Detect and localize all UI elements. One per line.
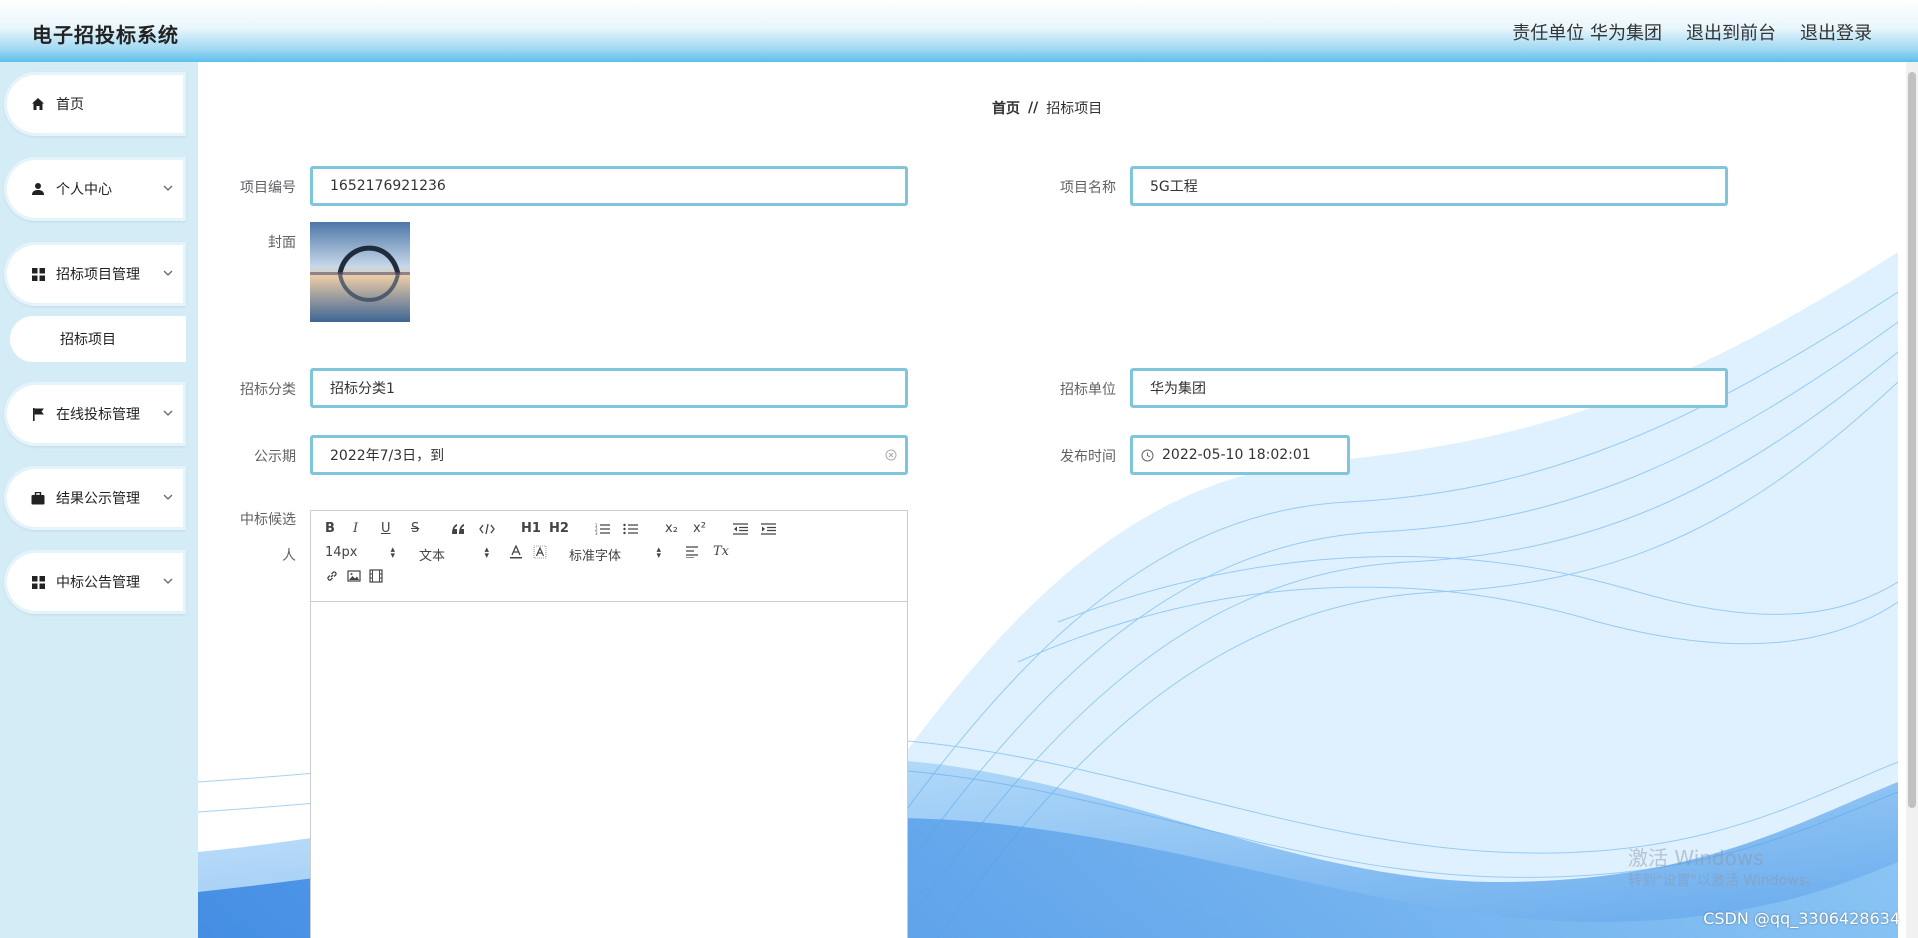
background-color-icon[interactable]: [533, 545, 547, 559]
editor-toolbar: B I U S H1 H2 123 x₂ x² 14px ▴▾ 文本 ▴▾: [311, 511, 907, 602]
notice-period-field[interactable]: [310, 435, 908, 475]
notice-period-input[interactable]: [328, 446, 852, 464]
breadcrumb-current: 招标项目: [1046, 101, 1103, 117]
chevron-down-icon: [163, 270, 173, 276]
indent-icon[interactable]: [761, 523, 776, 535]
cover-image[interactable]: [310, 222, 410, 322]
project-no-input[interactable]: [328, 177, 852, 195]
chevron-down-icon: [163, 578, 173, 584]
sidebar-item-label: 在线投标管理: [56, 407, 140, 423]
notice-period-label: 公示期: [254, 449, 296, 465]
sidebar-item-label: 中标公告管理: [56, 575, 140, 591]
category-input[interactable]: [328, 379, 852, 397]
h2-button[interactable]: H2: [549, 521, 569, 536]
caret-icon: ▴ ▾: [656, 545, 661, 561]
app-title: 电子招投标系统: [32, 23, 179, 47]
page-scrollbar[interactable]: [1906, 62, 1918, 938]
bullet-list-icon[interactable]: [623, 523, 638, 535]
project-no-field[interactable]: [310, 166, 908, 206]
clock-icon: [1141, 449, 1154, 461]
code-block-icon[interactable]: [479, 523, 495, 535]
caret-icon: ▴ ▾: [390, 545, 395, 561]
bold-button[interactable]: B: [325, 521, 335, 536]
strike-button[interactable]: S: [411, 521, 419, 536]
top-header: 电子招投标系统 责任单位 华为集团 退出到前台 退出登录: [0, 0, 1918, 62]
scrollbar-thumb[interactable]: [1908, 72, 1916, 808]
grid-icon: [30, 574, 46, 590]
windows-activation-hint: 转到"设置"以激活 Windows。: [1628, 873, 1820, 889]
category-label: 招标分类: [240, 382, 296, 398]
project-no-label: 项目编号: [240, 180, 296, 196]
text-type-picker[interactable]: 文本 ▴ ▾: [419, 545, 489, 565]
flag-icon: [30, 406, 46, 422]
sidebar-item-personal-center[interactable]: 个人中心: [4, 157, 186, 221]
blockquote-icon[interactable]: [451, 523, 465, 535]
chevron-down-icon: [163, 494, 173, 500]
publish-time-field[interactable]: [1130, 435, 1350, 475]
user-icon: [30, 181, 46, 197]
sidebar-item-label: 个人中心: [56, 182, 112, 198]
cover-label: 封面: [268, 235, 296, 251]
ordered-list-icon[interactable]: 123: [595, 523, 610, 535]
sidebar: 首页 个人中心 招标项目管理 招标项目 在线投标管理 结果公示管理 中标公告管理: [0, 62, 198, 938]
windows-activation-watermark: 激活 Windows: [1628, 846, 1764, 870]
video-icon[interactable]: [369, 569, 383, 583]
unit-label: 招标单位: [1060, 382, 1116, 398]
breadcrumb: 首页 // 招标项目: [992, 98, 1102, 118]
logout-link[interactable]: 退出登录: [1800, 19, 1872, 45]
h1-button[interactable]: H1: [521, 521, 541, 536]
sidebar-item-label: 招标项目管理: [56, 267, 140, 283]
project-name-field[interactable]: [1130, 166, 1728, 206]
outdent-icon[interactable]: [733, 523, 748, 535]
sidebar-item-home[interactable]: 首页: [4, 72, 186, 136]
publish-time-input[interactable]: [1160, 446, 1347, 464]
sidebar-item-result-notice-mgmt[interactable]: 结果公示管理: [4, 466, 186, 530]
sidebar-item-bid-project-mgmt[interactable]: 招标项目管理: [4, 242, 186, 306]
project-name-input[interactable]: [1148, 177, 1672, 195]
breadcrumb-separator: //: [1028, 100, 1039, 116]
chevron-down-icon: [163, 410, 173, 416]
image-icon[interactable]: [347, 569, 361, 583]
sidebar-item-label: 结果公示管理: [56, 491, 140, 507]
back-to-front-link[interactable]: 退出到前台: [1686, 19, 1776, 45]
candidate-label: 中标候选 人: [240, 512, 296, 564]
font-color-icon[interactable]: [509, 545, 523, 559]
align-icon[interactable]: [685, 546, 699, 558]
sidebar-subitem-bid-project[interactable]: 招标项目: [10, 316, 186, 362]
font-size-picker[interactable]: 14px ▴ ▾: [325, 545, 395, 561]
breadcrumb-home[interactable]: 首页: [992, 98, 1020, 118]
csdn-watermark: CSDN @qq_3306428634: [1703, 909, 1900, 928]
italic-button[interactable]: I: [353, 521, 358, 536]
font-family-picker[interactable]: 标准字体 ▴ ▾: [569, 545, 661, 565]
svg-text:3: 3: [595, 531, 598, 535]
sidebar-item-online-bid-mgmt[interactable]: 在线投标管理: [4, 382, 186, 446]
project-name-label: 项目名称: [1060, 180, 1116, 196]
briefcase-icon: [30, 490, 46, 506]
rich-text-editor: B I U S H1 H2 123 x₂ x² 14px ▴▾ 文本 ▴▾: [310, 510, 908, 938]
caret-icon: ▴ ▾: [484, 545, 489, 561]
home-icon: [30, 96, 46, 112]
unit-field[interactable]: [1130, 368, 1728, 408]
chevron-down-icon: [163, 185, 173, 191]
grid-icon: [30, 266, 46, 282]
editor-content-area[interactable]: [311, 602, 907, 938]
header-actions: 责任单位 华为集团 退出到前台 退出登录: [1512, 19, 1872, 45]
subscript-button[interactable]: x₂: [665, 521, 678, 536]
underline-button[interactable]: U: [381, 521, 391, 536]
unit-input[interactable]: [1148, 379, 1672, 397]
category-field[interactable]: [310, 368, 908, 408]
publish-time-label: 发布时间: [1060, 449, 1116, 465]
link-icon[interactable]: [325, 569, 339, 583]
clear-icon[interactable]: [885, 449, 897, 461]
clear-format-button[interactable]: Tx: [713, 544, 729, 559]
superscript-button[interactable]: x²: [693, 521, 706, 536]
current-user-info: 责任单位 华为集团: [1512, 23, 1662, 44]
sidebar-item-label: 首页: [56, 97, 84, 113]
main-content: 首页 // 招标项目 项目编号 项目名称 封面 招标分: [198, 62, 1898, 938]
sidebar-item-winning-notice-mgmt[interactable]: 中标公告管理: [4, 550, 186, 614]
